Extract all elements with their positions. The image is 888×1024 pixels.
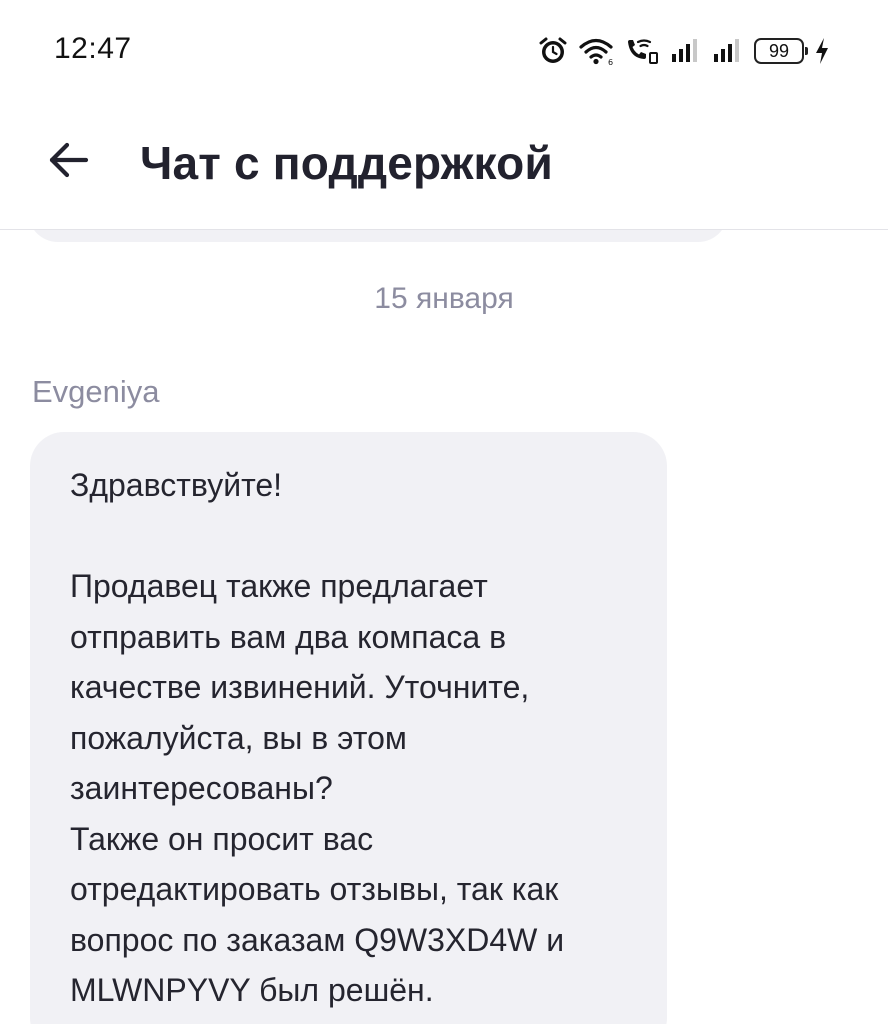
status-time: 12:47 bbox=[54, 32, 132, 65]
date-divider: 15 января bbox=[374, 282, 514, 315]
signal-icon bbox=[712, 37, 744, 65]
back-button[interactable] bbox=[40, 134, 96, 190]
battery-level: 99 bbox=[768, 40, 790, 61]
status-bar: 12:47 6 99 bbox=[0, 0, 888, 100]
wifi-calling-icon bbox=[624, 36, 660, 66]
message-bubble[interactable]: Здравствуйте! Продавец также предлагает … bbox=[30, 432, 667, 1024]
page-title: Чат с поддержкой bbox=[140, 137, 553, 189]
battery-icon: 99 bbox=[754, 38, 808, 64]
alarm-icon bbox=[538, 36, 568, 66]
chat-area[interactable]: 15 января Evgeniya Здравствуйте! Продаве… bbox=[0, 230, 888, 1024]
arrow-left-icon bbox=[46, 140, 90, 185]
sender-name: Evgeniya bbox=[32, 374, 160, 409]
charging-icon bbox=[814, 37, 830, 65]
wifi-icon: 6 bbox=[578, 36, 614, 66]
status-icons: 6 99 bbox=[538, 34, 830, 68]
message-text: Здравствуйте! Продавец также предлагает … bbox=[70, 467, 565, 1008]
svg-text:6: 6 bbox=[608, 58, 613, 66]
signal-icon bbox=[670, 37, 702, 65]
previous-message-bubble bbox=[28, 230, 728, 242]
app-header: Чат с поддержкой bbox=[0, 100, 888, 230]
